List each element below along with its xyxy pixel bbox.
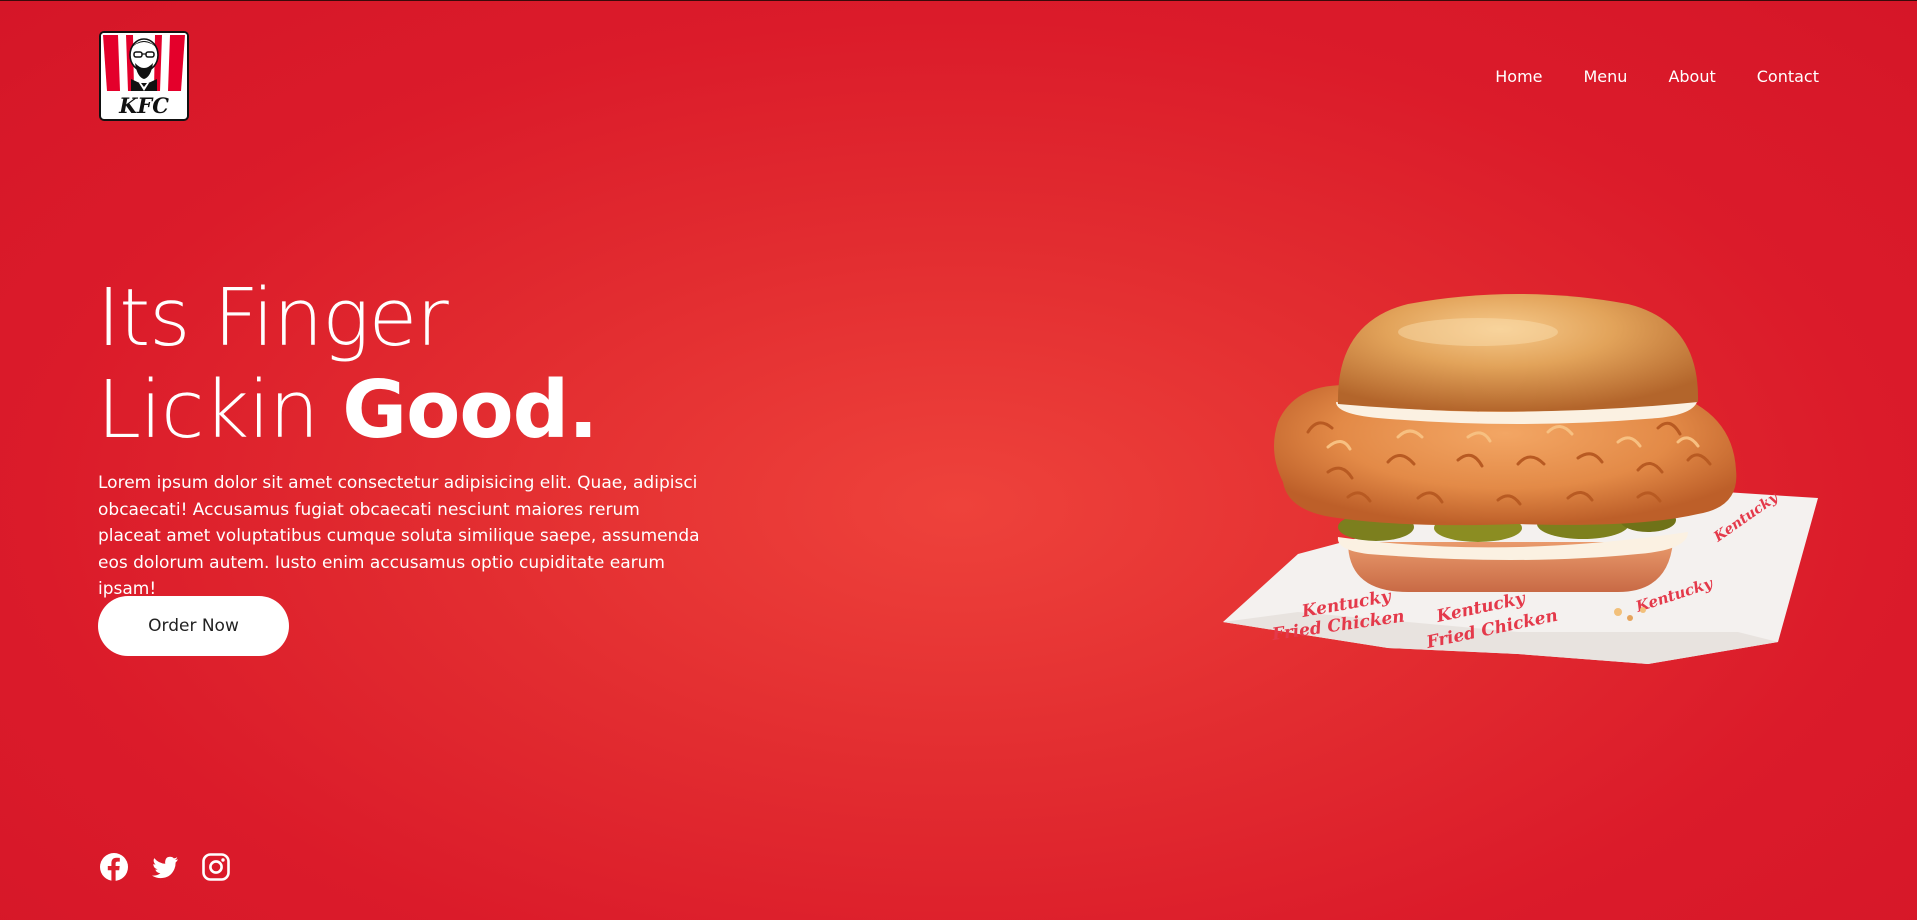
instagram-icon[interactable] [201,852,231,882]
hero-description: Lorem ipsum dolor sit amet consectetur a… [98,473,700,599]
nav-home[interactable]: Home [1495,67,1542,86]
facebook-icon[interactable] [99,852,129,882]
kfc-logo[interactable]: KFC [99,31,189,121]
twitter-icon[interactable] [150,852,180,882]
headline-line-2-bold: Good. [342,364,598,456]
headline-line-1: Its Finger [97,272,449,364]
top-border [0,0,1917,1]
main-nav: Home Menu About Contact [1454,67,1819,86]
nav-contact[interactable]: Contact [1757,67,1819,86]
hero-headline: Its Finger Lickin Good. [97,272,797,456]
social-links [99,852,231,882]
headline-line-2-light: Lickin [97,364,343,456]
nav-menu[interactable]: Menu [1584,67,1628,86]
logo-text: KFC [119,93,169,118]
chicken-sandwich-image: Kentucky Fried Chicken Kentucky Fried Ch… [1218,292,1818,672]
nav-about[interactable]: About [1668,67,1715,86]
order-now-button[interactable]: Order Now [98,596,289,656]
